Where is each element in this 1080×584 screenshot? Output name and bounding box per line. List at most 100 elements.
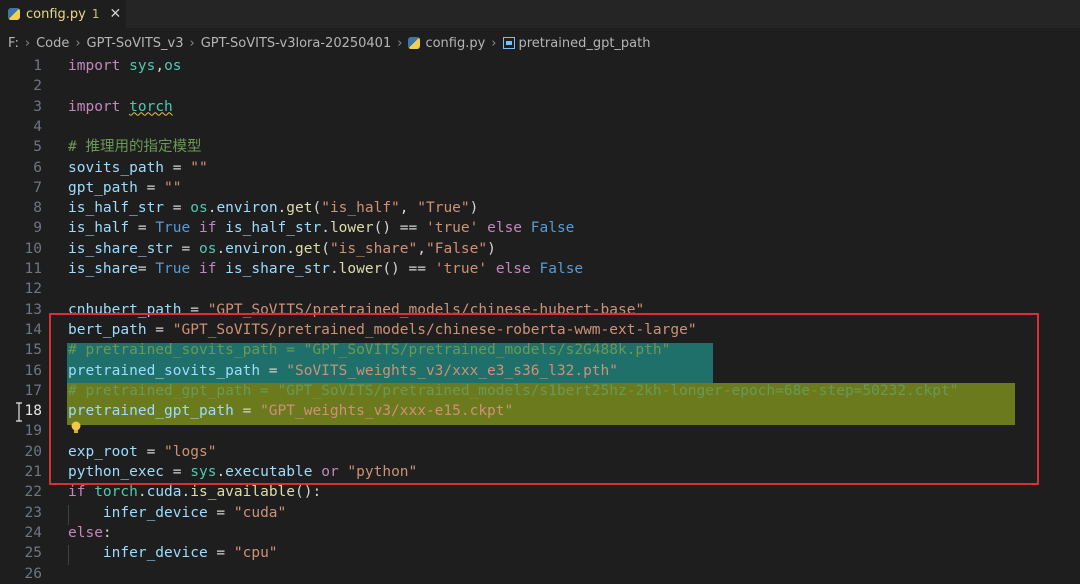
code-token: . <box>286 240 296 257</box>
lightbulb-icon[interactable] <box>70 421 82 435</box>
code-text: import sys,os <box>68 56 182 76</box>
code-line[interactable]: 26 <box>0 564 1080 584</box>
code-line[interactable]: 7 gpt_path = "" <box>0 178 1080 198</box>
line-number: 10 <box>24 240 42 257</box>
code-line[interactable]: 22 if torch.cuda.is_available(): <box>0 482 1080 502</box>
code-token: lower <box>329 220 374 237</box>
code-token: , <box>417 240 426 257</box>
chevron-right-icon: › <box>189 35 195 51</box>
code-text: is_share_str = os.environ.get("is_share"… <box>68 239 496 259</box>
code-text: else: <box>68 523 112 543</box>
code-token: infer_device <box>102 504 208 521</box>
code-line[interactable]: 25 infer_device = "cpu" <box>0 543 1080 563</box>
close-icon[interactable]: ✕ <box>110 6 122 22</box>
line-number: 2 <box>33 78 42 95</box>
code-token: = <box>137 261 156 277</box>
python-file-icon <box>8 8 20 20</box>
code-token: () == <box>373 220 426 237</box>
code-token: if <box>198 220 217 237</box>
code-token: "True" <box>417 200 470 217</box>
line-number: 25 <box>24 545 42 562</box>
code-token: , <box>155 58 165 74</box>
code-token: = <box>207 545 234 562</box>
line-number: 20 <box>24 443 42 460</box>
code-token: = <box>207 504 234 521</box>
breadcrumb-symbol[interactable]: pretrained_gpt_path <box>519 36 651 51</box>
code-text: is_half_str = os.environ.get("is_half", … <box>68 198 478 218</box>
line-number: 22 <box>24 484 42 501</box>
line-number: 11 <box>24 261 42 277</box>
code-token: True <box>155 261 191 277</box>
code-text: infer_device = "cpu" <box>68 543 278 563</box>
code-token: "" <box>190 159 208 176</box>
annotation-highlight-box <box>49 313 1039 485</box>
code-line[interactable]: 8 is_half_str = os.environ.get("is_half",… <box>0 198 1080 218</box>
code-token: environ <box>216 200 278 217</box>
code-line[interactable]: 5 # 推理用的指定模型 <box>0 137 1080 157</box>
code-token: is_share_str <box>225 261 330 277</box>
code-token: else <box>68 524 103 541</box>
code-token: gpt_path <box>68 179 138 196</box>
breadcrumb-folder-version[interactable]: GPT-SoVITS-v3lora-20250401 <box>201 36 392 51</box>
code-text: if torch.cuda.is_available(): <box>68 482 321 502</box>
code-line[interactable]: 10 is_share_str = os.environ.get("is_shar… <box>0 239 1080 259</box>
code-token: infer_device <box>102 545 208 562</box>
code-token: = <box>164 200 191 217</box>
code-line[interactable]: 12 <box>0 279 1080 299</box>
code-token: , <box>399 200 418 217</box>
code-text: sovits_path = "" <box>68 158 208 178</box>
code-line[interactable]: 23 infer_device = "cuda" <box>0 503 1080 523</box>
code-token: False <box>539 261 584 277</box>
code-token: . <box>216 240 226 257</box>
code-token: . <box>321 220 330 237</box>
code-token: import <box>68 58 121 74</box>
line-number: 15 <box>24 342 42 359</box>
code-token: else <box>495 261 531 277</box>
code-token: ( <box>312 200 322 217</box>
line-number: 13 <box>24 301 42 318</box>
breadcrumb-file[interactable]: config.py <box>425 36 485 51</box>
breadcrumb-folder-code[interactable]: Code <box>36 36 69 51</box>
code-token: if <box>198 261 217 277</box>
line-number: 1 <box>33 58 42 74</box>
breadcrumb-folder-project[interactable]: GPT-SoVITS_v3 <box>87 36 184 51</box>
tab-title: config.py <box>26 6 86 22</box>
code-token: sovits_path <box>68 159 165 176</box>
code-token: os <box>190 200 208 217</box>
code-token: sys <box>129 58 156 74</box>
code-text: is_share= True if is_share_str.lower() =… <box>68 259 583 279</box>
code-line[interactable]: 3 import torch <box>0 97 1080 117</box>
code-token: is_half_str <box>225 220 322 237</box>
breadcrumb-drive[interactable]: F: <box>8 36 19 51</box>
tab-bar: config.py 1 ✕ <box>0 0 1080 28</box>
code-line[interactable]: 2 <box>0 76 1080 96</box>
code-line[interactable]: 4 <box>0 117 1080 137</box>
code-line[interactable]: 24 else: <box>0 523 1080 543</box>
code-line[interactable]: 9 is_half = True if is_half_str.lower() =… <box>0 218 1080 238</box>
code-token: torch <box>129 98 173 115</box>
code-line[interactable]: 1 import sys,os <box>0 56 1080 76</box>
line-number: 3 <box>33 98 42 115</box>
line-number: 6 <box>33 159 42 176</box>
line-number: 26 <box>24 565 42 582</box>
code-line[interactable]: 6 sovits_path = "" <box>0 158 1080 178</box>
code-token: "is_half" <box>321 200 400 217</box>
code-text: is_half = True if is_half_str.lower() ==… <box>68 218 574 238</box>
code-token: True <box>155 220 191 237</box>
tab-config-py[interactable]: config.py 1 ✕ <box>0 0 126 28</box>
line-number: 23 <box>24 504 42 521</box>
code-token: ( <box>321 240 330 257</box>
code-token: 'true' <box>425 220 479 237</box>
code-token: 'true' <box>434 261 488 277</box>
line-number: 14 <box>24 321 42 338</box>
code-line[interactable]: 11 is_share= True if is_share_str.lower()… <box>0 259 1080 279</box>
